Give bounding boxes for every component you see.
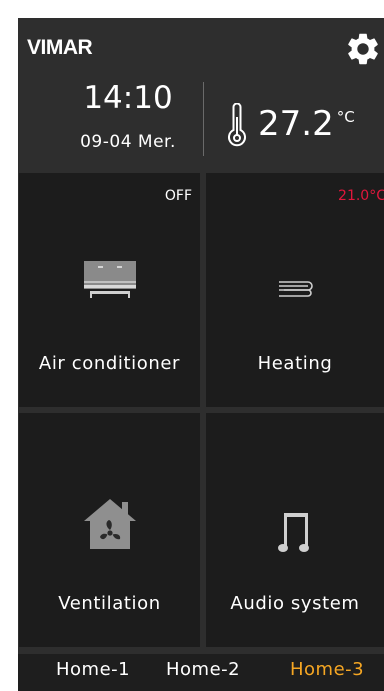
bottom-navigation: Home-1 Home-2 Home-3 bbox=[18, 654, 384, 691]
nav-tab-home-2[interactable]: Home-2 bbox=[166, 659, 240, 680]
brand-logo: VIMAR bbox=[27, 36, 93, 59]
status-badge: OFF bbox=[164, 188, 192, 204]
music-note-icon bbox=[278, 511, 310, 553]
thermometer-icon bbox=[225, 102, 249, 149]
air-conditioner-icon bbox=[84, 261, 136, 299]
gear-icon[interactable] bbox=[344, 30, 382, 68]
tile-heating[interactable]: 21.0°C Heating bbox=[206, 173, 384, 407]
nav-tab-home-3[interactable]: Home-3 bbox=[290, 659, 364, 680]
tile-ventilation[interactable]: Ventilation bbox=[19, 413, 200, 647]
heating-icon bbox=[274, 278, 314, 298]
temperature-value: 27.2 bbox=[258, 104, 334, 144]
device-screen: VIMAR 14:10 09-04 Mer. 27.2 °C OFF Air c… bbox=[18, 18, 384, 691]
tile-audio-system[interactable]: Audio system bbox=[206, 413, 384, 647]
ventilation-icon bbox=[82, 497, 138, 549]
status-badge: 21.0°C bbox=[338, 188, 384, 204]
tile-label: Ventilation bbox=[58, 593, 161, 614]
current-temperature: 27.2 °C bbox=[258, 104, 355, 144]
tile-label: Heating bbox=[257, 353, 333, 374]
tile-label: Air conditioner bbox=[38, 353, 181, 374]
tile-air-conditioner[interactable]: OFF Air conditioner bbox=[19, 173, 200, 407]
current-time: 14:10 bbox=[83, 80, 173, 116]
current-date: 09-04 Mer. bbox=[80, 132, 176, 152]
temperature-unit: °C bbox=[336, 108, 355, 126]
tile-label: Audio system bbox=[230, 593, 360, 614]
nav-tab-home-1[interactable]: Home-1 bbox=[56, 659, 130, 680]
header-divider bbox=[203, 82, 204, 156]
header: VIMAR 14:10 09-04 Mer. 27.2 °C bbox=[18, 18, 384, 171]
